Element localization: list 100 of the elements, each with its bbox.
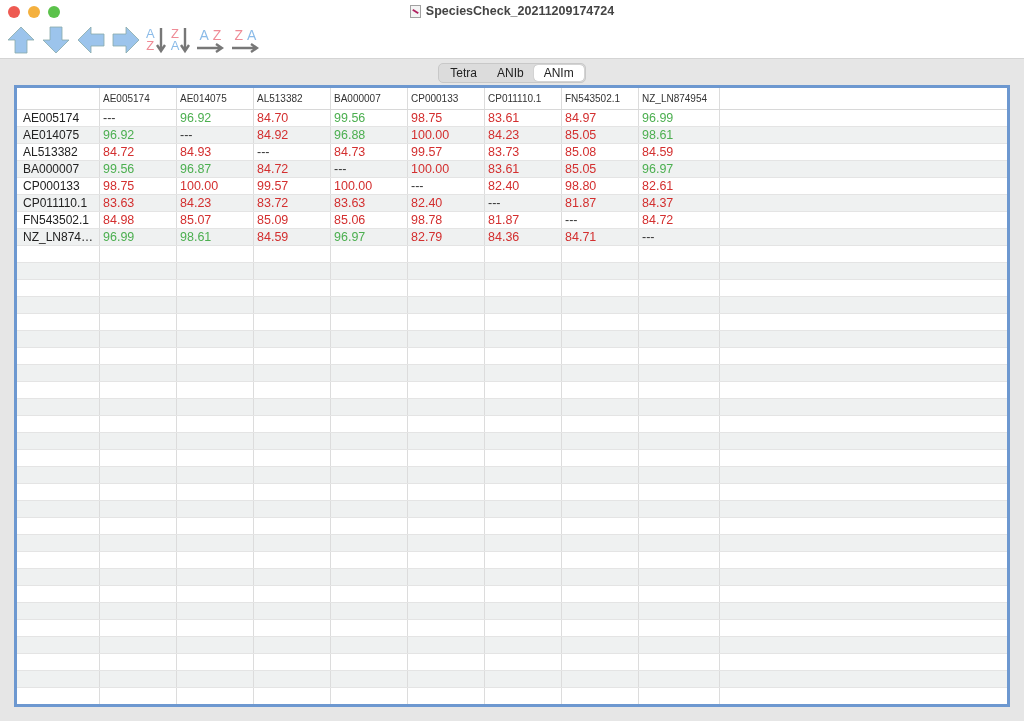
table-cell: 85.05	[565, 162, 597, 176]
row-header: CP011110.1	[23, 196, 88, 210]
arrow-icon	[6, 25, 36, 55]
table-cell: ---	[565, 213, 578, 227]
arrow-button[interactable]	[76, 25, 106, 55]
table-cell: 84.23	[488, 128, 520, 142]
row-header: AE014075	[23, 128, 80, 142]
arrow-icon	[41, 25, 71, 55]
table-cell: 96.99	[642, 111, 674, 125]
sort-button[interactable]: Z A	[170, 26, 191, 54]
column-header: CP000133	[411, 93, 459, 104]
table-cell: 81.87	[565, 196, 597, 210]
column-header: AL513382	[257, 93, 303, 104]
table-cell: 84.98	[103, 213, 135, 227]
table-cell: 99.57	[411, 145, 443, 159]
table-cell: 84.71	[565, 230, 597, 244]
table-cell: 99.56	[103, 162, 135, 176]
column-header: FN543502.1	[565, 93, 621, 104]
column-header: BA000007	[334, 93, 381, 104]
arrow-button[interactable]	[41, 25, 71, 55]
table-cell: 96.92	[180, 111, 212, 125]
table-cell: 99.57	[257, 179, 289, 193]
table-cell: 83.73	[488, 145, 520, 159]
table-cell: 81.87	[488, 213, 520, 227]
tab[interactable]: Tetra	[440, 65, 487, 81]
table-cell: 98.75	[411, 111, 443, 125]
row-header: FN543502.1	[23, 213, 90, 227]
table-cell: 84.37	[642, 196, 674, 210]
table-cell: 98.78	[411, 213, 443, 227]
table-cell: 84.59	[257, 230, 289, 244]
down-arrow-icon	[180, 26, 191, 54]
table-cell: 83.72	[257, 196, 289, 210]
sort-button[interactable]: A Z	[195, 27, 226, 53]
table-cell: ---	[642, 230, 655, 244]
table-cell: 96.97	[642, 162, 674, 176]
table-cell: 84.59	[642, 145, 674, 159]
table-cell: 84.72	[642, 213, 674, 227]
sort-button[interactable]: Z A	[230, 27, 261, 53]
table-cell: 98.75	[103, 179, 135, 193]
table-cell: 100.00	[334, 179, 373, 193]
table-cell: 83.63	[334, 196, 366, 210]
table-cell: 84.97	[565, 111, 597, 125]
table-cell: 83.61	[488, 162, 520, 176]
table-cell: 84.72	[103, 145, 135, 159]
table-cell: 99.56	[334, 111, 366, 125]
column-header: CP011110.1	[488, 93, 542, 104]
table-cell: 83.61	[488, 111, 520, 125]
minimize-button[interactable]	[28, 6, 40, 18]
table-cell: 96.87	[180, 162, 212, 176]
table-cell: 98.80	[565, 179, 597, 193]
table-cell: ---	[103, 111, 116, 125]
column-header: AE014075	[180, 93, 227, 104]
table-cell: 98.61	[642, 128, 674, 142]
right-arrow-icon	[196, 42, 225, 53]
table-cell: 84.23	[180, 196, 212, 210]
table-cell: 96.88	[334, 128, 366, 142]
document-icon	[409, 4, 421, 18]
table-cell: 85.09	[257, 213, 289, 227]
table-cell: ---	[411, 179, 424, 193]
table-cell: 84.36	[488, 230, 520, 244]
table-cell: ---	[257, 145, 270, 159]
table-cell: 82.40	[488, 179, 520, 193]
table-cell: 100.00	[411, 162, 450, 176]
table-cell: 85.06	[334, 213, 366, 227]
table-cell: 84.72	[257, 162, 289, 176]
table-cell: ---	[180, 128, 193, 142]
table-cell: ---	[488, 196, 501, 210]
tab[interactable]: ANIb	[487, 65, 534, 81]
table-cell: 100.00	[411, 128, 450, 142]
row-header: AE005174	[23, 111, 80, 125]
table-cell: 85.07	[180, 213, 212, 227]
table-cell: 96.97	[334, 230, 366, 244]
tab[interactable]: ANIm	[533, 65, 584, 81]
column-header: NZ_LN874954	[642, 93, 708, 104]
table-cell: 96.92	[103, 128, 135, 142]
row-header: BA000007	[23, 162, 80, 176]
row-header: CP000133	[23, 179, 80, 193]
table-cell: 82.61	[642, 179, 674, 193]
down-arrow-icon	[155, 26, 166, 54]
close-button[interactable]	[8, 6, 20, 18]
table-cell: 98.61	[180, 230, 212, 244]
arrow-button[interactable]	[111, 25, 141, 55]
table-cell: 82.40	[411, 196, 443, 210]
table-cell: 85.08	[565, 145, 597, 159]
table-cell: 96.99	[103, 230, 135, 244]
table-cell: 100.00	[180, 179, 219, 193]
arrow-button[interactable]	[6, 25, 36, 55]
table-cell: 84.93	[180, 145, 212, 159]
table-cell: 85.05	[565, 128, 597, 142]
table-cell: 84.70	[257, 111, 289, 125]
arrow-icon	[111, 25, 141, 55]
table-cell: 84.73	[334, 145, 366, 159]
table-cell: ---	[334, 162, 347, 176]
window-title: SpeciesCheck_20211209174724	[425, 4, 615, 18]
sort-button[interactable]: A Z	[146, 26, 166, 54]
table-cell: 82.79	[411, 230, 443, 244]
row-header: NZ_LN874…	[23, 230, 94, 244]
arrow-icon	[76, 25, 106, 55]
zoom-button[interactable]	[48, 6, 60, 18]
table-cell: 84.92	[257, 128, 289, 142]
